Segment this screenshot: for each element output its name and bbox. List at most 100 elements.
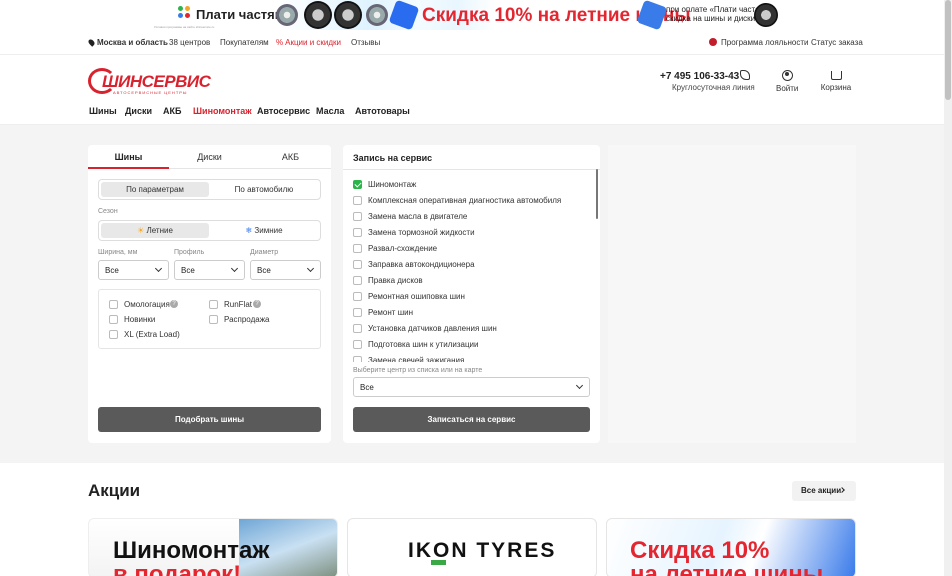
login-label: Войти: [776, 84, 799, 93]
service-checkbox[interactable]: [353, 276, 362, 285]
service-label: Установка датчиков давления шин: [368, 324, 497, 333]
service-label: Правка дисков: [368, 276, 423, 285]
disc-icon: [276, 4, 298, 26]
new-items-checkbox[interactable]: [109, 315, 118, 324]
service-label: Шиномонтаж: [368, 180, 417, 189]
service-checkbox[interactable]: [353, 292, 362, 301]
loyalty-icon: [709, 38, 717, 46]
loyalty-link[interactable]: Программа лояльности: [709, 38, 809, 47]
center-select[interactable]: Все: [353, 377, 590, 397]
service-label: Подготовка шин к утилизации: [368, 340, 479, 349]
season-winter[interactable]: ❄ Зимние: [210, 223, 318, 238]
phone-icon[interactable]: [740, 70, 750, 80]
location-pin-icon: [87, 38, 96, 47]
tab-tires[interactable]: Шины: [88, 152, 169, 162]
search-tabs: Шины Диски АКБ: [88, 145, 331, 169]
service-checkbox[interactable]: [353, 244, 362, 253]
homologation-checkbox[interactable]: [109, 300, 118, 309]
service-checkbox[interactable]: [353, 196, 362, 205]
phone-subtitle: Круглосуточная линия: [672, 83, 755, 92]
runflat-checkbox[interactable]: [209, 300, 218, 309]
cart-label: Корзина: [820, 83, 852, 92]
customers-link[interactable]: Покупателям: [220, 38, 269, 47]
season-summer-label: Летние: [146, 226, 173, 235]
login-button[interactable]: Войти: [776, 70, 798, 93]
active-tab-indicator: [88, 167, 169, 169]
nav-tire-fitting[interactable]: Шиномонтаж: [193, 106, 252, 116]
promo-card-1-line-2: в подарок!: [113, 561, 242, 576]
book-service-button[interactable]: Записаться на сервис: [353, 407, 590, 432]
reviews-link[interactable]: Отзывы: [351, 38, 380, 47]
page-scrollbar[interactable]: [944, 0, 952, 576]
profile-value: Все: [181, 266, 195, 275]
find-tires-button[interactable]: Подобрать шины: [98, 407, 321, 432]
all-promos-button[interactable]: Все акции: [792, 481, 856, 501]
season-summer[interactable]: ☀ Летние: [101, 223, 209, 238]
promo-banner[interactable]: Плати частями Условия программы на сайте…: [0, 0, 952, 30]
mode-by-params[interactable]: По параметрам: [101, 182, 209, 197]
service-label: Комплексная оперативная диагностика авто…: [368, 196, 562, 205]
cart-icon: [830, 71, 842, 80]
services-scrollbar[interactable]: [596, 169, 598, 219]
help-icon[interactable]: ?: [170, 300, 178, 308]
promo-card-summer-sale[interactable]: Скидка 10% на летние шины: [606, 518, 856, 576]
nav-tires[interactable]: Шины: [89, 106, 117, 116]
nav-car-service[interactable]: Автосервис: [257, 106, 310, 116]
tab-batteries[interactable]: АКБ: [250, 152, 331, 162]
chevron-down-icon: [230, 264, 239, 273]
map-placeholder: [608, 145, 856, 443]
sale-checkbox[interactable]: [209, 315, 218, 324]
diameter-select[interactable]: Все: [250, 260, 321, 280]
ikon-logo-bar-icon: [431, 560, 446, 565]
city-selector[interactable]: Москва и область: [87, 38, 168, 47]
service-checkbox[interactable]: [353, 356, 362, 362]
sun-icon: ☀: [137, 226, 145, 235]
centers-link[interactable]: 38 центров: [169, 38, 210, 47]
service-label: Замена свечей зажигания: [368, 356, 465, 362]
tab-discs[interactable]: Диски: [169, 152, 250, 162]
service-checkbox[interactable]: [353, 340, 362, 349]
nav-discs[interactable]: Диски: [125, 106, 152, 116]
chevron-down-icon: [154, 264, 163, 273]
tire-options-box: Омологация ? RunFlat ? Новинки Распродаж…: [98, 289, 321, 349]
percent-icon: %: [276, 38, 284, 47]
profile-select[interactable]: Все: [174, 260, 245, 280]
xl-label: XL (Extra Load): [124, 330, 180, 339]
service-checkbox[interactable]: [353, 228, 362, 237]
service-label: Замена масла в двигателе: [368, 212, 468, 221]
logo-subtitle: АВТОСЕРВИСНЫЕ ЦЕНТРЫ: [113, 90, 188, 95]
promo-card-fitting[interactable]: Шиномонтаж в подарок!: [88, 518, 338, 576]
nav-car-goods[interactable]: Автотовары: [355, 106, 410, 116]
user-icon: [781, 70, 793, 81]
cart-button[interactable]: Корзина: [820, 70, 852, 92]
promos-link[interactable]: % Акции и скидки: [276, 38, 341, 47]
chevron-down-icon: [575, 381, 584, 390]
nav-oils[interactable]: Масла: [316, 106, 344, 116]
center-value: Все: [360, 383, 374, 392]
service-checkbox[interactable]: [353, 180, 362, 189]
city-label: Москва и область: [97, 38, 168, 47]
service-label: Замена тормозной жидкости: [368, 228, 475, 237]
new-items-label: Новинки: [124, 315, 156, 324]
phone-number[interactable]: +7 495 106-33-43: [660, 71, 739, 82]
chevron-down-icon: [306, 264, 315, 273]
tire-icon: [334, 1, 362, 29]
promo-card-ikon[interactable]: IKON TYRES: [347, 518, 597, 576]
service-checkbox[interactable]: [353, 308, 362, 317]
width-value: Все: [105, 266, 119, 275]
center-select-label: Выберите центр из списка или на карте: [353, 367, 483, 374]
services-list: Шиномонтаж Комплексная оперативная диагно…: [343, 170, 596, 362]
width-select[interactable]: Все: [98, 260, 169, 280]
help-icon[interactable]: ?: [253, 300, 261, 308]
site-logo[interactable]: ШИНСЕРВИС АВТОСЕРВИСНЫЕ ЦЕНТРЫ: [88, 68, 211, 96]
service-label: Ремонт шин: [368, 308, 413, 317]
xl-checkbox[interactable]: [109, 330, 118, 339]
service-checkbox[interactable]: [353, 324, 362, 333]
page-scrollbar-thumb[interactable]: [945, 0, 951, 100]
nav-batteries[interactable]: АКБ: [163, 106, 181, 116]
service-checkbox[interactable]: [353, 260, 362, 269]
promo-card-3-line-2: на летние шины: [630, 561, 824, 576]
order-status-link[interactable]: Статус заказа: [811, 38, 863, 47]
mode-by-car[interactable]: По автомобилю: [210, 182, 318, 197]
service-checkbox[interactable]: [353, 212, 362, 221]
